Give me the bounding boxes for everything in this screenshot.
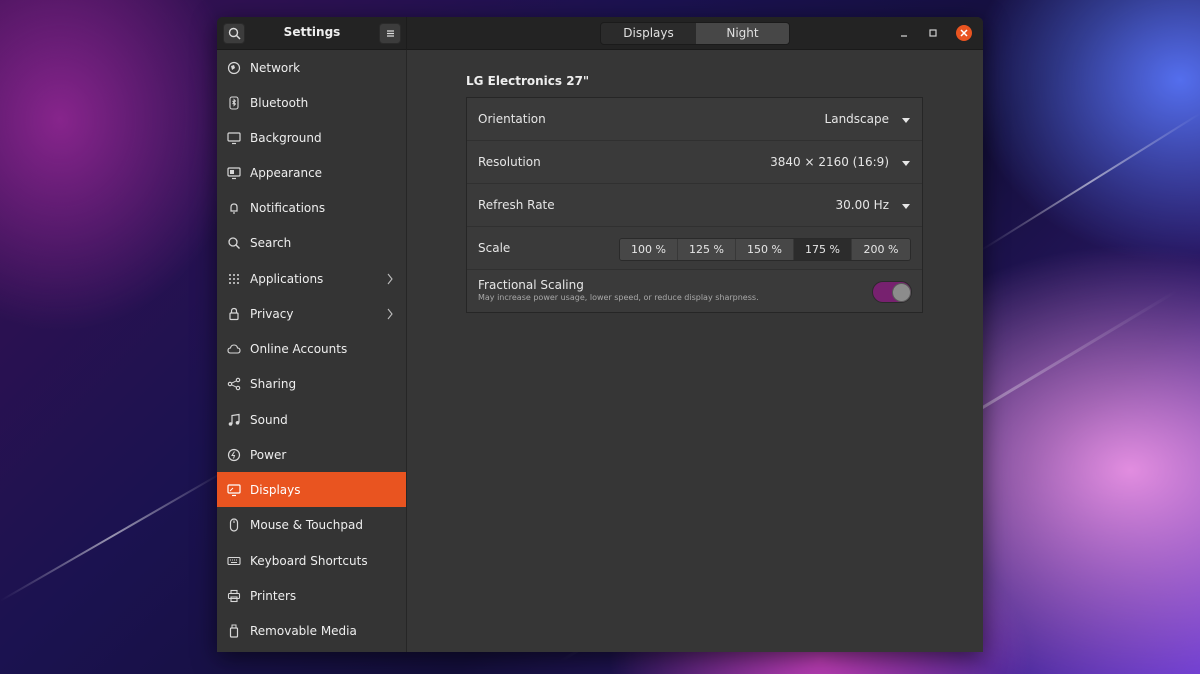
scale-row: Scale 100 % 125 % 150 % 175 % 200 %: [467, 227, 922, 270]
lock-icon: [229, 307, 239, 320]
sidebar-item-applications[interactable]: Applications: [217, 261, 406, 296]
search-icon: [228, 236, 240, 249]
sidebar-item-label: Network: [250, 60, 301, 75]
apps-grid-icon: [229, 273, 239, 284]
orientation-row[interactable]: Orientation Landscape: [467, 98, 922, 141]
sidebar-item-printers[interactable]: Printers: [217, 578, 406, 613]
sidebar-item-bluetooth[interactable]: Bluetooth: [217, 85, 406, 120]
tab-night-light[interactable]: Night Light: [696, 23, 789, 44]
display-icon: [227, 483, 241, 496]
scale-selector: 100 % 125 % 150 % 175 % 200 %: [619, 238, 911, 261]
orientation-label: Orientation: [478, 112, 546, 126]
sidebar-item-mouse-touchpad[interactable]: Mouse & Touchpad: [217, 507, 406, 542]
removable-media-icon: [229, 624, 239, 638]
resolution-value[interactable]: 3840 × 2160 (16:9): [770, 155, 889, 169]
dropdown-arrow-icon[interactable]: [902, 161, 910, 166]
sidebar-item-label: Sound: [250, 412, 288, 427]
background-icon: [227, 131, 241, 144]
keyboard-icon: [227, 556, 241, 565]
sidebar-item-label: Mouse & Touchpad: [250, 517, 363, 532]
sidebar-item-label: Keyboard Shortcuts: [250, 553, 368, 568]
sidebar-item-label: Search: [250, 235, 292, 250]
sidebar-item-label: Printers: [250, 588, 297, 603]
cloud-icon: [227, 343, 241, 354]
hamburger-menu-icon: [387, 30, 394, 37]
sidebar-item-removable-media[interactable]: Removable Media: [217, 613, 406, 648]
sidebar-item-label: Privacy: [250, 306, 294, 321]
sidebar-item-label: Notifications: [250, 200, 326, 215]
refresh-rate-row[interactable]: Refresh Rate 30.00 Hz: [467, 184, 922, 227]
sidebar-item-label: Removable Media: [250, 623, 357, 638]
dropdown-arrow-icon[interactable]: [902, 118, 910, 123]
view-switcher: Displays Night Light: [600, 22, 790, 45]
fractional-scaling-row: Fractional Scaling May increase power us…: [467, 270, 922, 312]
wallpaper-streak: [979, 112, 1200, 252]
sidebar-item-online-accounts[interactable]: Online Accounts: [217, 331, 406, 366]
sidebar-item-sharing[interactable]: Sharing: [217, 366, 406, 401]
minimize-icon: [901, 35, 907, 37]
sidebar-item-label: Online Accounts: [250, 341, 348, 356]
sidebar-item-background[interactable]: Background: [217, 120, 406, 155]
sidebar-item-privacy[interactable]: Privacy: [217, 296, 406, 331]
refresh-rate-label: Refresh Rate: [478, 198, 555, 212]
sidebar-item-label: Bluetooth: [250, 95, 309, 110]
scale-label: Scale: [478, 241, 511, 255]
dropdown-arrow-icon[interactable]: [902, 204, 910, 209]
maximize-button[interactable]: [926, 26, 941, 41]
sidebar-item-power[interactable]: Power: [217, 437, 406, 472]
scale-option-125[interactable]: 125 %: [678, 239, 736, 260]
close-icon: [960, 29, 968, 37]
header-bar: Settings Displays Night Light: [217, 17, 983, 50]
tab-displays[interactable]: Displays: [601, 23, 696, 44]
orientation-value[interactable]: Landscape: [825, 112, 889, 126]
scale-option-200[interactable]: 200 %: [852, 239, 910, 260]
close-button[interactable]: [956, 25, 972, 41]
sidebar-item-label: Power: [250, 447, 287, 462]
power-icon: [227, 448, 241, 461]
sidebar-item-label: Background: [250, 130, 322, 145]
bell-icon: [230, 202, 238, 214]
sidebar-item-label: Displays: [250, 482, 301, 497]
sidebar-item-sound[interactable]: Sound: [217, 402, 406, 437]
sidebar-item-search[interactable]: Search: [217, 225, 406, 260]
monitor-name: LG Electronics 27": [466, 74, 590, 88]
printer-icon: [227, 589, 241, 602]
sidebar-item-label: Applications: [250, 271, 324, 286]
mouse-icon: [229, 517, 239, 532]
sidebar-item-displays[interactable]: Displays: [217, 472, 406, 507]
menu-button[interactable]: [379, 23, 401, 44]
sidebar-item-appearance[interactable]: Appearance: [217, 155, 406, 190]
fractional-scaling-description: May increase power usage, lower speed, o…: [478, 293, 759, 302]
chevron-right-icon: [387, 308, 393, 319]
header-left: Settings: [217, 17, 407, 50]
resolution-label: Resolution: [478, 155, 541, 169]
share-icon: [227, 377, 241, 390]
refresh-rate-value[interactable]: 30.00 Hz: [836, 198, 890, 212]
sidebar-item-notifications[interactable]: Notifications: [217, 190, 406, 225]
sidebar: Network Bluetooth Background Appearance: [217, 50, 407, 652]
sidebar-item-label: Appearance: [250, 165, 323, 180]
sidebar-item-network[interactable]: Network: [217, 50, 406, 85]
chevron-right-icon: [387, 273, 393, 284]
settings-window: Settings Displays Night Light: [217, 17, 983, 652]
display-settings-panel: Orientation Landscape Resolution 3840 × …: [466, 97, 923, 313]
toggle-knob: [892, 283, 911, 302]
main-content: LG Electronics 27" Orientation Landscape…: [407, 50, 983, 652]
maximize-icon: [929, 29, 937, 37]
bluetooth-icon: [229, 95, 239, 110]
scale-option-175[interactable]: 175 %: [794, 239, 852, 260]
appearance-icon: [227, 166, 241, 179]
network-icon: [227, 61, 241, 74]
scale-option-150[interactable]: 150 %: [736, 239, 794, 260]
minimize-button[interactable]: [897, 26, 912, 41]
resolution-row[interactable]: Resolution 3840 × 2160 (16:9): [467, 141, 922, 184]
music-note-icon: [228, 413, 240, 426]
wallpaper-streak: [0, 470, 226, 602]
scale-option-100[interactable]: 100 %: [620, 239, 678, 260]
sidebar-item-label: Sharing: [250, 376, 297, 391]
fractional-scaling-label: Fractional Scaling: [478, 278, 584, 292]
sidebar-item-keyboard-shortcuts[interactable]: Keyboard Shortcuts: [217, 543, 406, 578]
fractional-scaling-toggle[interactable]: [872, 281, 912, 303]
